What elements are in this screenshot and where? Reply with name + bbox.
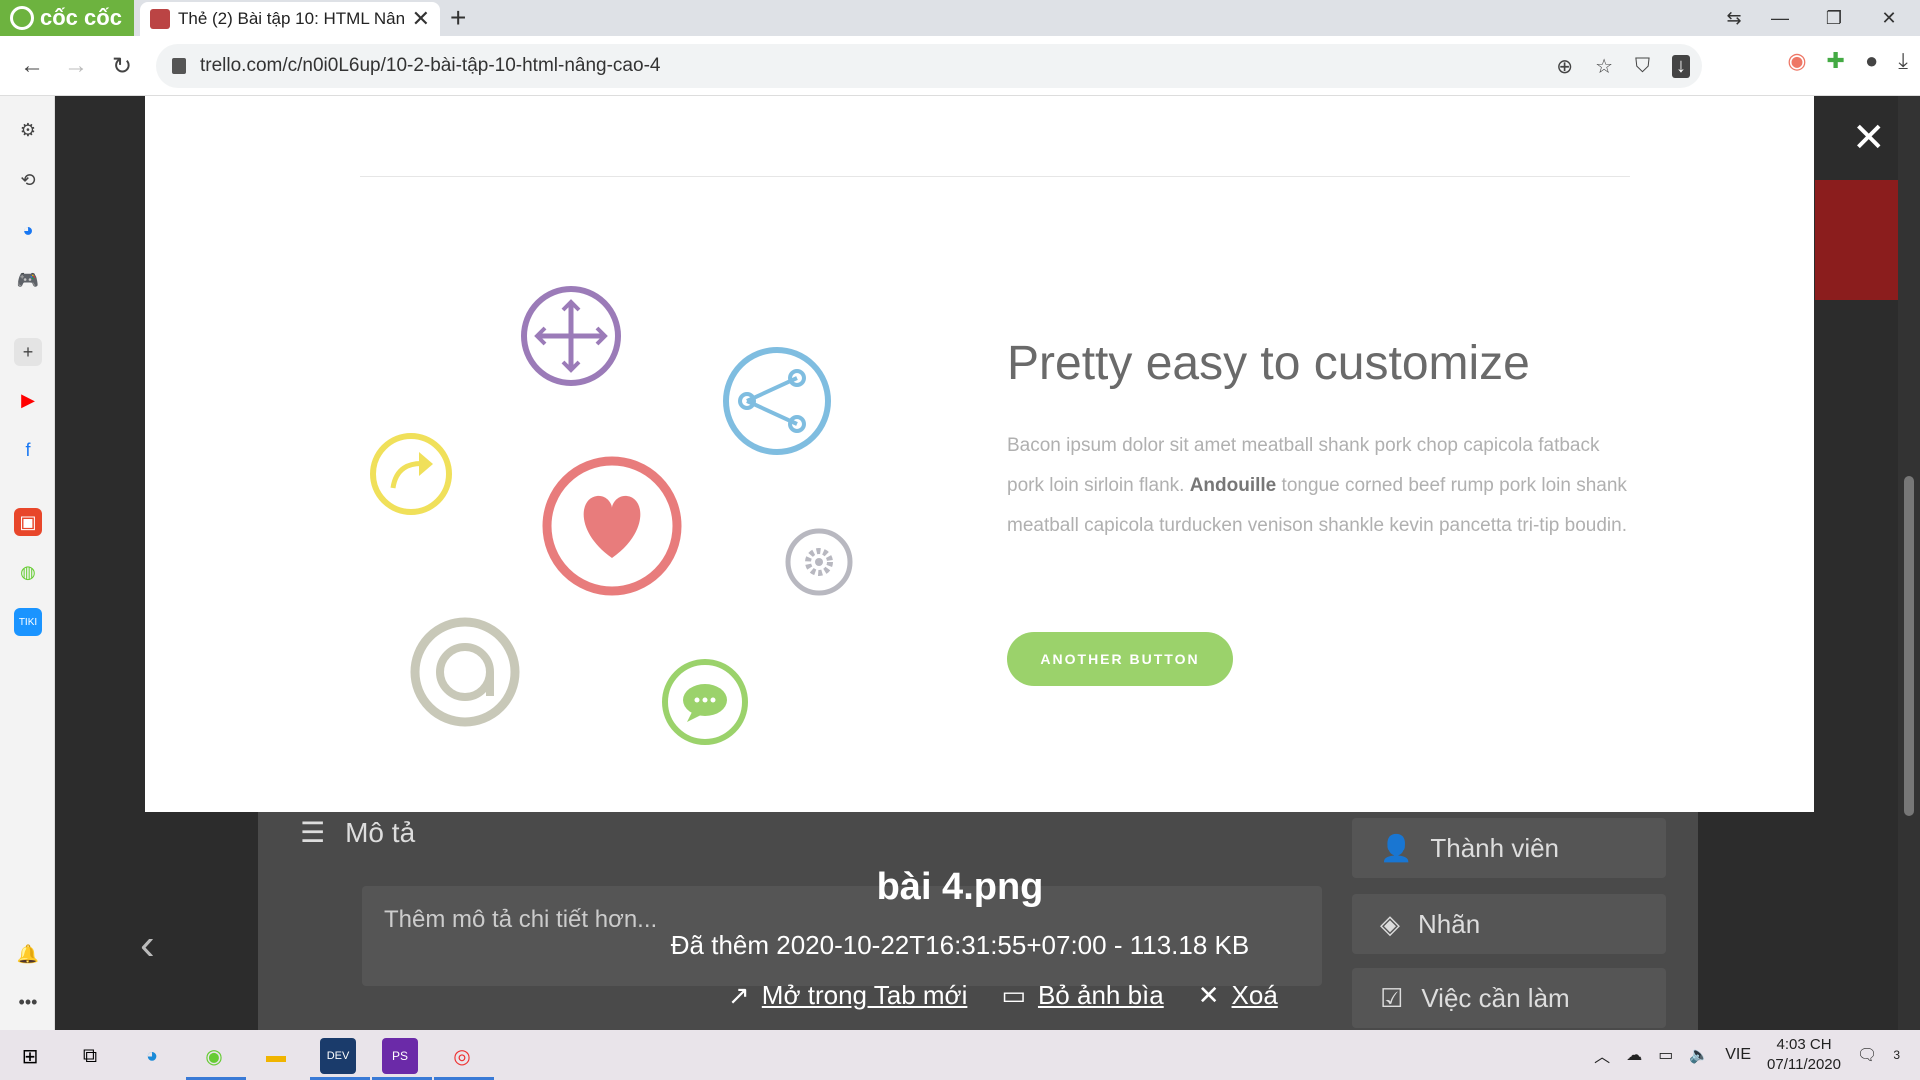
remove-cover-link[interactable]: ▭ Bỏ ảnh bìa [1001, 980, 1163, 1011]
at-circle-icon [410, 617, 520, 727]
browser-toolbar: ← → ↻ trello.com/c/n0i0L6up/10-2-bài-tập… [0, 36, 1920, 96]
edge-icon[interactable]: ◕ [134, 1038, 170, 1074]
task-view-icon[interactable]: ⧉ [72, 1038, 108, 1074]
profile-avatar-icon[interactable]: ● [1865, 48, 1878, 74]
members-label: Thành viên [1430, 832, 1560, 863]
system-tray: ︿ ☁ ▭ 🔈 VIE 4:03 CH 07/11/2020 🗨 3 [1594, 1030, 1900, 1080]
close-preview-icon[interactable]: ✕ [1852, 115, 1886, 161]
zoom-icon[interactable]: ⊕ [1556, 54, 1573, 79]
window-close-button[interactable]: ✕ [1866, 0, 1912, 36]
tiki-icon[interactable]: TIKI [14, 608, 42, 636]
phpstorm-icon[interactable]: PS [382, 1038, 418, 1074]
coccoc-logo-icon [10, 6, 34, 30]
open-new-tab-link[interactable]: ↗ Mở trong Tab mới [728, 980, 967, 1011]
game-controller-icon[interactable]: 🎮 [14, 266, 42, 294]
browser-tab-strip: cốc cốc Thẻ (2) Bài tập 10: HTML Nâng ✕ … [0, 0, 1920, 36]
trello-favicon-icon [150, 9, 170, 29]
windows-taskbar: ⊞ ⧉ ◕ ◉ ▬ DEV PS ◎ ︿ ☁ ▭ 🔈 VIE 4:03 CH 0… [0, 1030, 1920, 1080]
chrome-icon[interactable]: ◎ [444, 1038, 480, 1074]
extension-coccoc-icon[interactable]: ◉ [1787, 48, 1806, 74]
devcpp-icon[interactable]: DEV [320, 1038, 356, 1074]
youtube-icon[interactable]: ▶ [14, 386, 42, 414]
plus-circle-icon [521, 286, 621, 386]
reload-button[interactable]: ↻ [104, 48, 140, 84]
chat-circle-icon [662, 659, 748, 745]
back-button[interactable]: ← [14, 48, 50, 84]
person-icon: 👤 [1380, 832, 1413, 863]
attachment-meta: Đã thêm 2020-10-22T16:31:55+07:00 - 113.… [670, 930, 1250, 960]
battery-icon[interactable]: ▭ [1658, 1045, 1673, 1065]
card-cover-icon: ▭ [1001, 980, 1026, 1010]
settings-gear-icon[interactable]: ⚙ [14, 116, 42, 144]
brand-label: cốc cốc [40, 5, 122, 30]
preview-heading: Pretty easy to customize [1007, 337, 1530, 390]
address-bar[interactable]: trello.com/c/n0i0L6up/10-2-bài-tập-10-ht… [156, 44, 1702, 88]
body-text-bold: Andouille [1189, 475, 1277, 496]
attachment-image-preview: Pretty easy to customize Bacon ipsum dol… [145, 96, 1814, 812]
delete-x-icon: ✕ [1197, 980, 1220, 1010]
clock-time: 4:03 CH [1776, 1036, 1832, 1053]
description-lines-icon: ☰ [300, 817, 326, 848]
messenger-icon[interactable]: ◕ [14, 216, 42, 244]
minimize-button[interactable]: — [1757, 0, 1803, 36]
checklist-label: Việc cần làm [1421, 982, 1570, 1013]
download-page-icon[interactable]: ↓ [1672, 54, 1690, 78]
coccoc-map-icon[interactable]: ◍ [14, 558, 42, 586]
scrollbar-thumb[interactable] [1904, 476, 1914, 816]
restore-button[interactable]: ❐ [1811, 0, 1857, 36]
tab-close-icon[interactable]: ✕ [412, 6, 430, 32]
external-link-icon: ↗ [728, 980, 750, 1010]
bookmark-star-icon[interactable]: ☆ [1595, 54, 1613, 79]
description-heading: Mô tả [345, 816, 416, 848]
clock[interactable]: 4:03 CH 07/11/2020 [1767, 1035, 1841, 1075]
attachment-file-name: bài 4.png [876, 866, 1044, 908]
new-tab-button[interactable]: + [450, 2, 466, 34]
shopping-icon[interactable]: ▣ [14, 508, 42, 536]
remove-cover-label: Bỏ ảnh bìa [1037, 980, 1164, 1010]
tab-active[interactable]: Thẻ (2) Bài tập 10: HTML Nâng ✕ [140, 2, 440, 36]
description-section-title: ☰ Mô tả [300, 816, 415, 849]
open-new-tab-label: Mở trong Tab mới [761, 980, 968, 1010]
checklist-button[interactable]: ☑ Việc cần làm [1352, 968, 1666, 1028]
attachment-actions: ↗ Mở trong Tab mới ▭ Bỏ ảnh bìa ✕ Xoá [728, 980, 1278, 1011]
url-text: trello.com/c/n0i0L6up/10-2-bài-tập-10-ht… [200, 55, 661, 76]
language-indicator[interactable]: VIE [1725, 1046, 1751, 1064]
clock-date: 07/11/2020 [1767, 1056, 1841, 1073]
shield-icon[interactable]: ⛉ [1635, 55, 1650, 78]
windows-start-icon[interactable]: ⊞ [12, 1038, 48, 1074]
action-center-icon[interactable]: 🗨 [1857, 1045, 1877, 1065]
share-circle-icon [723, 347, 831, 455]
tab-title: Thẻ (2) Bài tập 10: HTML Nâng [178, 9, 404, 28]
forward-button[interactable]: → [58, 48, 94, 84]
add-shortcut-icon[interactable]: + [14, 338, 42, 366]
extensions-puzzle-icon[interactable]: ✚ [1827, 48, 1845, 74]
onedrive-icon[interactable]: ☁ [1626, 1045, 1642, 1065]
downloads-icon[interactable]: ⤓ [1898, 48, 1908, 74]
delete-label: Xoá [1231, 980, 1278, 1010]
notification-count: 3 [1893, 1048, 1900, 1062]
tab-search-icon[interactable]: ⇆ [1711, 0, 1757, 36]
lock-icon [172, 58, 186, 74]
checkbox-icon: ☑ [1380, 982, 1404, 1013]
tray-chevron-icon[interactable]: ︿ [1594, 1043, 1610, 1067]
more-options-icon[interactable]: ••• [14, 988, 42, 1016]
arrow-circle-icon [370, 433, 452, 515]
file-explorer-icon[interactable]: ▬ [258, 1038, 294, 1074]
preview-body-text: Bacon ipsum dolor sit amet meatball shan… [1007, 426, 1637, 546]
browser-brand-button[interactable]: cốc cốc [0, 0, 134, 36]
coccoc-taskbar-icon[interactable]: ◉ [196, 1038, 232, 1074]
delete-attachment-link[interactable]: ✕ Xoá [1198, 980, 1278, 1011]
heart-circle-icon [542, 456, 682, 596]
volume-icon[interactable]: 🔈 [1689, 1045, 1709, 1065]
facebook-icon[interactable]: f [14, 436, 42, 464]
gear-circle-icon [785, 528, 853, 596]
another-button: ANOTHER BUTTON [1007, 632, 1233, 686]
history-icon[interactable]: ⟲ [14, 166, 42, 194]
